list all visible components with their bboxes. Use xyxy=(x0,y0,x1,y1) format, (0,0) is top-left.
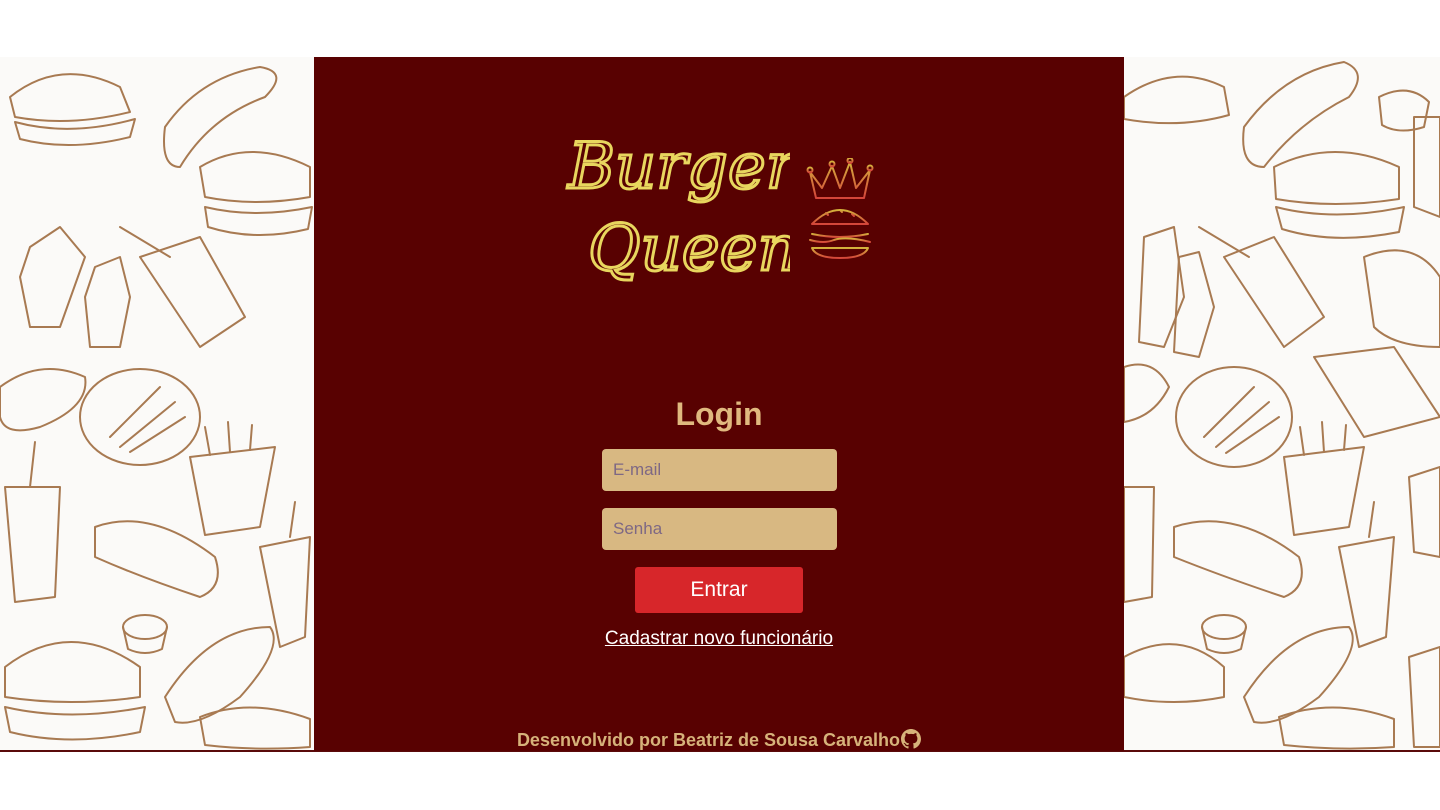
github-icon[interactable] xyxy=(901,729,922,749)
food-doodles-right xyxy=(1124,61,1440,750)
login-title: Login xyxy=(675,396,763,432)
email-field[interactable] xyxy=(602,449,837,491)
brand-wordmark: Burger Queen xyxy=(560,110,802,310)
background-pattern-left xyxy=(0,57,314,751)
footer: Desenvolvido por Beatriz de Sousa Carval… xyxy=(314,729,1124,751)
background-pattern-right xyxy=(1124,57,1440,751)
brand-line1: Burger xyxy=(567,130,790,204)
register-employee-link[interactable]: Cadastrar novo funcionário xyxy=(314,628,1124,650)
register-employee-link-label: Cadastrar novo funcionário xyxy=(604,628,834,649)
crown-burger-icon xyxy=(806,158,874,259)
brand-logo: Burger Queen xyxy=(560,110,890,310)
password-field[interactable] xyxy=(602,508,837,550)
login-button[interactable]: Entrar xyxy=(635,567,803,613)
food-doodles-left xyxy=(0,66,313,750)
brand-line2: Queen xyxy=(588,212,790,286)
footer-text: Desenvolvido por Beatriz de Sousa Carval… xyxy=(516,730,901,750)
